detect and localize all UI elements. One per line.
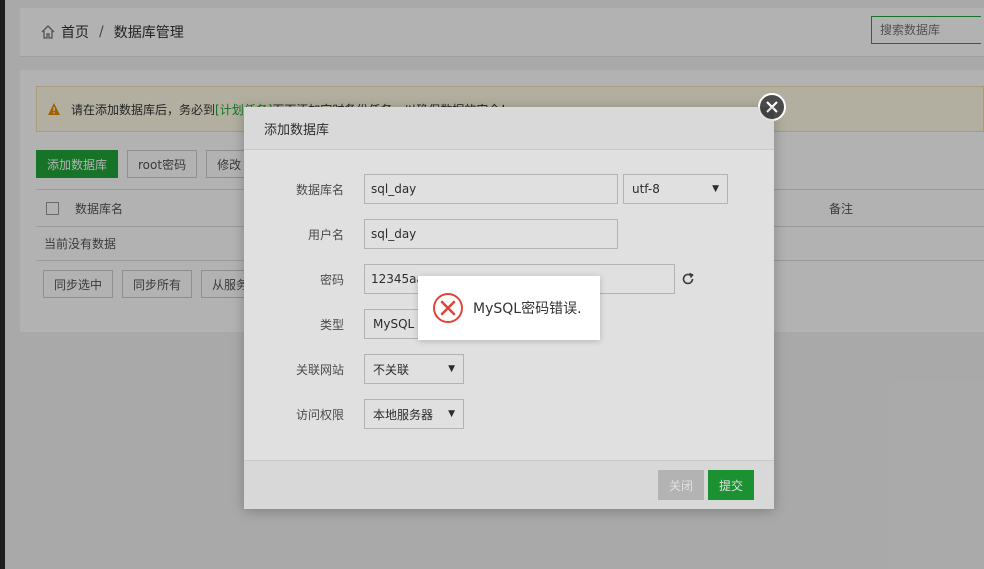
error-icon — [433, 293, 463, 323]
toast-message: MySQL密码错误. — [473, 301, 582, 317]
error-toast: MySQL密码错误. — [418, 276, 600, 340]
